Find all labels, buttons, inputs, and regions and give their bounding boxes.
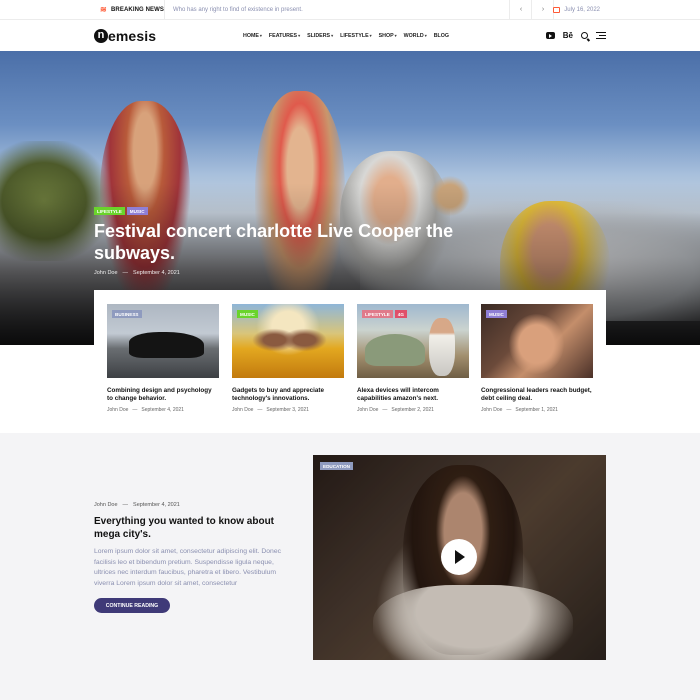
category-tag-music[interactable]: MUSIC — [126, 207, 148, 215]
post-title[interactable]: Gadgets to buy and appreciate technology… — [232, 387, 344, 403]
post-date: September 4, 2021 — [133, 270, 180, 276]
post-title[interactable]: Combining design and psychology to chang… — [107, 387, 219, 403]
featured-posts: BUSINESS Combining design and psychology… — [94, 290, 606, 420]
post-thumbnail[interactable]: LIFESTYLE 4G — [357, 304, 469, 378]
play-icon[interactable] — [441, 539, 477, 575]
category-tag[interactable]: 4G — [394, 310, 407, 318]
logo-mark: n — [94, 29, 108, 43]
nav-item-sliders[interactable]: SLIDERS ▾ — [307, 33, 333, 39]
category-tag[interactable]: BUSINESS — [112, 310, 142, 318]
post-title[interactable]: Congressional leaders reach budget, debt… — [481, 387, 593, 403]
top-bar: ≋ BREAKING NEWS Who has any right to fin… — [0, 0, 700, 20]
nav-item-features[interactable]: FEATURES ▾ — [269, 33, 300, 39]
ticker-next-button[interactable]: › — [532, 0, 554, 20]
youtube-icon[interactable] — [545, 32, 555, 39]
chevron-down-icon: ▾ — [394, 33, 397, 38]
category-tag[interactable]: LIFESTYLE — [362, 310, 393, 318]
menu-icon[interactable] — [596, 32, 606, 39]
post-card[interactable]: BUSINESS Combining design and psychology… — [107, 304, 219, 413]
post-meta: John Doe — September 4, 2021 — [107, 407, 184, 413]
breaking-news-label: BREAKING NEWS — [111, 7, 164, 13]
post-thumbnail[interactable]: MUSIC — [232, 304, 344, 378]
post-card[interactable]: MUSIC Gadgets to buy and appreciate tech… — [232, 304, 344, 413]
post-meta: John Doe — September 2, 2021 — [357, 407, 434, 413]
search-icon[interactable] — [581, 32, 588, 39]
chevron-down-icon: ▾ — [298, 33, 301, 38]
calendar-icon — [553, 7, 561, 13]
post-card[interactable]: MUSIC Congressional leaders reach budget… — [481, 304, 593, 413]
video-thumbnail[interactable]: EDUCATION — [313, 455, 606, 660]
post-date: September 4, 2021 — [141, 407, 184, 413]
category-tag-lifestyle[interactable]: LIFESTYLE — [94, 207, 125, 215]
post-meta: John Doe — September 3, 2021 — [232, 407, 309, 413]
flame-icon: ≋ — [100, 5, 107, 14]
nav-item-blog[interactable]: BLOG — [434, 33, 449, 39]
nav-icons: Bē — [545, 20, 606, 51]
post-date: September 3, 2021 — [266, 407, 309, 413]
post-thumbnail[interactable]: MUSIC — [481, 304, 593, 378]
post-meta: John Doe — September 1, 2021 — [481, 407, 558, 413]
post-thumbnail[interactable]: BUSINESS — [107, 304, 219, 378]
continue-reading-button[interactable]: CONTINUE READING — [94, 598, 170, 613]
news-ticker[interactable]: Who has any right to find of existence i… — [173, 0, 303, 20]
breaking-news: ≋ BREAKING NEWS — [100, 0, 164, 20]
divider — [164, 0, 165, 20]
category-tag[interactable]: MUSIC — [486, 310, 507, 318]
nav-item-shop[interactable]: SHOP ▾ — [379, 33, 397, 39]
feature-meta: John Doe — September 4, 2021 — [94, 502, 180, 508]
author[interactable]: John Doe — [107, 407, 128, 413]
hero-title[interactable]: Festival concert charlotte Live Cooper t… — [94, 220, 454, 264]
chevron-down-icon: ▾ — [424, 33, 427, 38]
feature-title[interactable]: Everything you wanted to know about mega… — [94, 516, 294, 541]
hero-tags: LIFESTYLE MUSIC — [94, 207, 148, 215]
category-tag-education[interactable]: EDUCATION — [320, 462, 353, 470]
post-title[interactable]: Alexa devices will intercom capabilities… — [357, 387, 469, 403]
nav-menu: HOME ▾ FEATURES ▾ SLIDERS ▾ LIFESTYLE ▾ SHOP… — [243, 20, 449, 51]
ticker-prev-button[interactable]: ‹ — [510, 0, 532, 20]
chevron-down-icon: ▾ — [369, 33, 372, 38]
post-date: September 2, 2021 — [391, 407, 434, 413]
chevron-down-icon: ▾ — [259, 33, 262, 38]
current-date: July 16, 2022 — [553, 0, 600, 20]
logo-text: emesis — [108, 28, 157, 44]
chevron-down-icon: ▾ — [331, 33, 334, 38]
author[interactable]: John Doe — [357, 407, 378, 413]
nav-item-world[interactable]: WORLD ▾ — [404, 33, 427, 39]
post-date: September 4, 2021 — [133, 502, 180, 508]
post-date: September 1, 2021 — [515, 407, 558, 413]
author[interactable]: John Doe — [481, 407, 502, 413]
main-nav: n emesis HOME ▾ FEATURES ▾ SLIDERS ▾ LIFEST… — [0, 20, 700, 51]
category-tag[interactable]: MUSIC — [237, 310, 258, 318]
behance-icon[interactable]: Bē — [563, 31, 573, 40]
nav-item-lifestyle[interactable]: LIFESTYLE ▾ — [340, 33, 372, 39]
author[interactable]: John Doe — [94, 502, 118, 508]
hero-meta: John Doe — September 4, 2021 — [94, 270, 180, 276]
author[interactable]: John Doe — [94, 270, 118, 276]
site-logo[interactable]: n emesis — [94, 28, 156, 44]
feature-excerpt: Lorem ipsum dolor sit amet, consectetur … — [94, 548, 282, 587]
author[interactable]: John Doe — [232, 407, 253, 413]
post-card[interactable]: LIFESTYLE 4G Alexa devices will intercom… — [357, 304, 469, 413]
nav-item-home[interactable]: HOME ▾ — [243, 33, 262, 39]
date-text: July 16, 2022 — [564, 7, 600, 13]
